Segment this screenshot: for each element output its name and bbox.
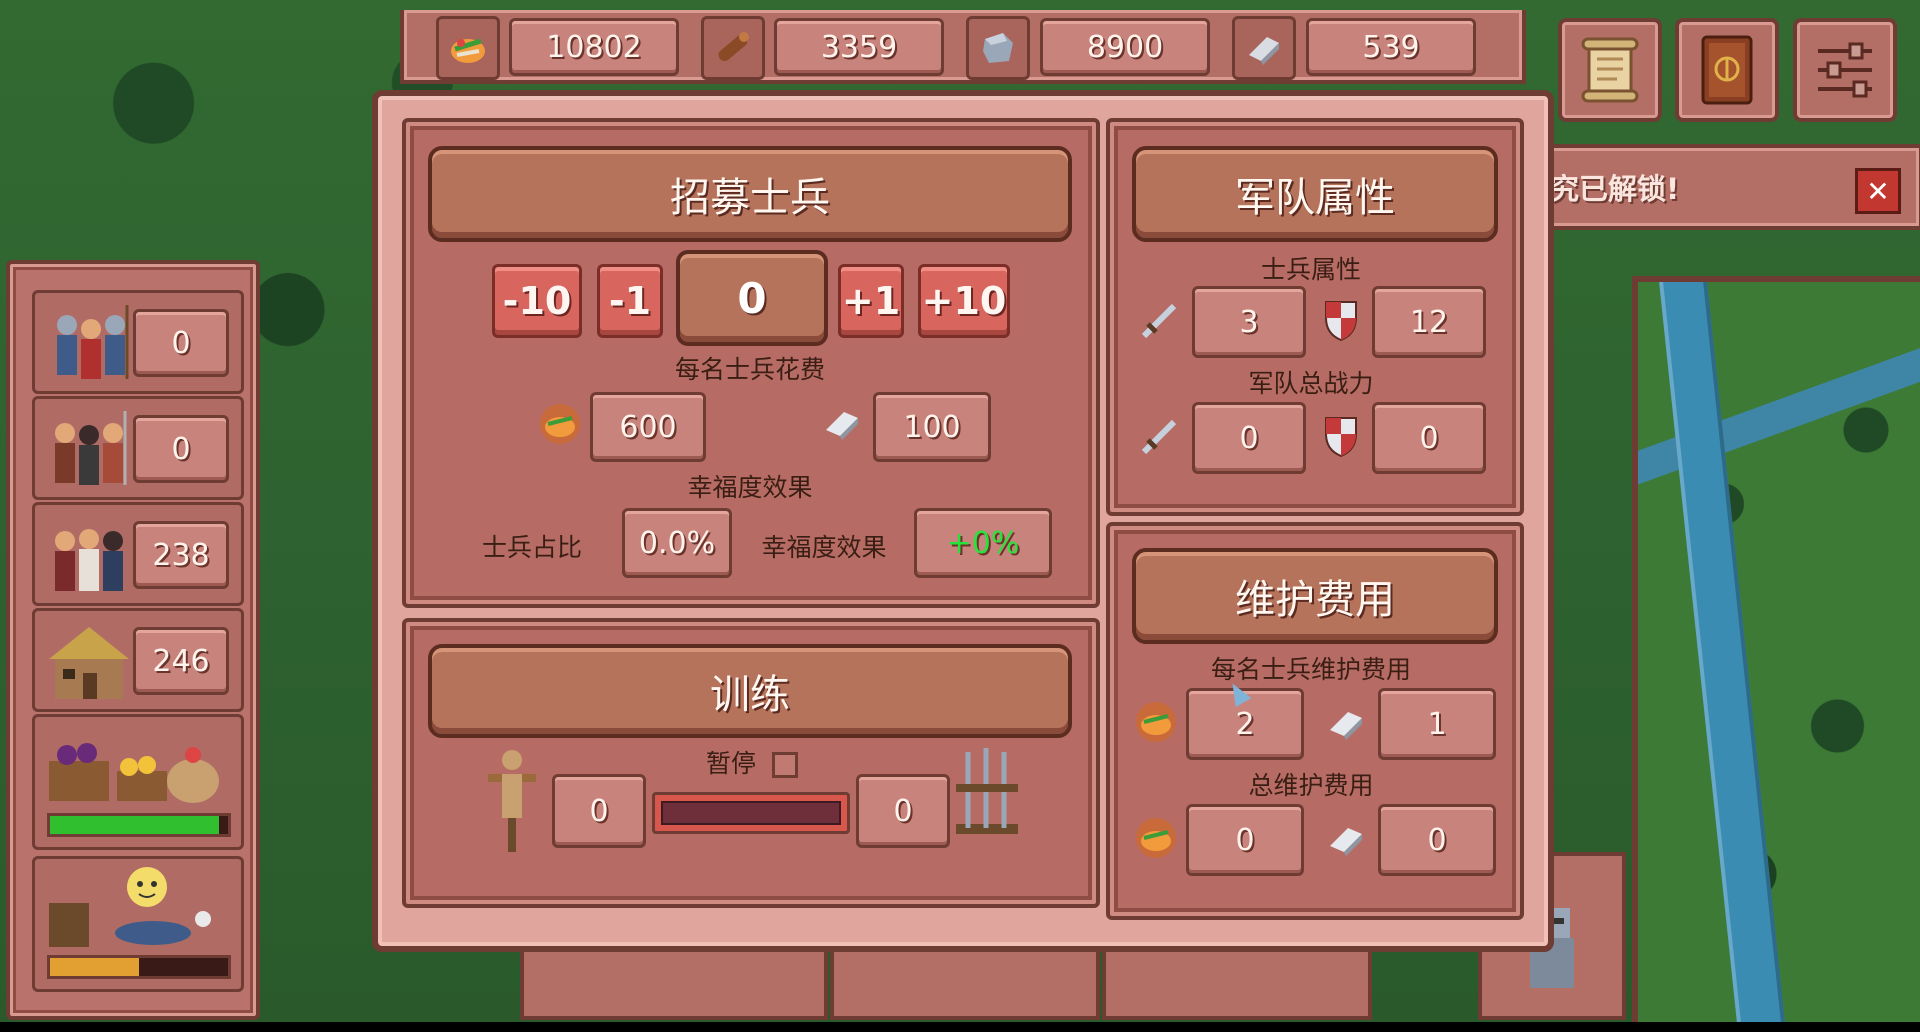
recruit-count[interactable]: 0	[676, 250, 828, 346]
scroll-icon	[1581, 37, 1639, 103]
settings-button[interactable]	[1793, 18, 1897, 122]
plus1-button[interactable]: +1	[838, 264, 904, 338]
total-defense-value: 0	[1372, 402, 1486, 474]
cost-food-value: 600	[590, 392, 706, 462]
iron-value: 539	[1306, 18, 1476, 76]
soldier-defense-value: 12	[1372, 286, 1486, 358]
shield-icon	[1325, 301, 1357, 342]
resource-bar: 10802 3359 8900 539	[400, 10, 1526, 84]
food-stock-slot[interactable]	[32, 714, 244, 850]
food-value: 10802	[509, 18, 679, 76]
housing-count: 246	[133, 627, 229, 695]
population-portrait-icon	[55, 529, 123, 591]
total-upkeep-label: 总维护费用	[1248, 771, 1374, 800]
training-progress-track	[661, 801, 841, 825]
food-icon	[436, 16, 500, 80]
training-title: 训练	[428, 644, 1072, 738]
total-attack-value: 0	[1192, 402, 1306, 474]
food-crates-icon	[49, 743, 219, 803]
building-card-1[interactable]	[520, 942, 828, 1020]
training-left-value: 0	[552, 774, 646, 848]
happiness-bar	[47, 955, 231, 979]
food-bar-fill	[50, 816, 220, 834]
iron-ingot-icon	[1330, 712, 1362, 740]
training-right-value: 0	[856, 774, 950, 848]
minus10-button[interactable]: -10	[492, 264, 582, 338]
soldiers-slot[interactable]: 0	[32, 290, 244, 394]
food-icon	[1136, 702, 1176, 742]
population-slot[interactable]: 238	[32, 502, 244, 606]
soldiers-portrait-icon	[57, 305, 129, 379]
sliders-icon	[1818, 42, 1872, 98]
iron-ingot-icon	[1232, 16, 1296, 80]
training-progress-bar	[652, 792, 850, 834]
cost-iron-value: 100	[873, 392, 991, 462]
house-icon	[49, 627, 129, 699]
soldier-attack-value: 3	[1192, 286, 1306, 358]
river	[1659, 282, 1785, 1022]
workers-count: 0	[133, 415, 229, 483]
population-count: 238	[133, 521, 229, 589]
per-soldier-upkeep-label: 每名士兵维护费用	[1210, 655, 1411, 684]
stone-icon	[966, 16, 1030, 80]
notification-text: 究已解锁!	[1550, 172, 1680, 206]
sword-icon	[1141, 303, 1177, 339]
happiness-effect-label: 幸福度效果	[761, 533, 887, 562]
pause-checkbox[interactable]	[772, 752, 798, 778]
food-bar	[47, 813, 231, 837]
left-sidebar: 0 0 238 246	[6, 260, 260, 1020]
stone-value: 8900	[1040, 18, 1210, 76]
soldier-stats-label: 士兵属性	[1260, 255, 1361, 284]
happiness-effect-value: +0%	[914, 508, 1052, 578]
soldiers-count: 0	[133, 309, 229, 377]
happiness-bar-fill	[50, 958, 139, 976]
building-card-2[interactable]	[830, 942, 1100, 1020]
minus1-button[interactable]: -1	[597, 264, 663, 338]
housing-slot[interactable]: 246	[32, 608, 244, 712]
codex-book-button[interactable]	[1675, 18, 1779, 122]
scroll-quests-button[interactable]	[1558, 18, 1662, 122]
soldier-ratio-label: 士兵占比	[481, 533, 582, 562]
per-iron-upkeep-value: 1	[1378, 688, 1496, 760]
cost-label: 每名士兵花费	[674, 355, 825, 384]
building-card-3[interactable]	[1102, 942, 1372, 1020]
happiness-scene-icon	[49, 867, 211, 947]
workers-slot[interactable]: 0	[32, 396, 244, 500]
food-icon	[540, 404, 580, 444]
minimap[interactable]	[1632, 276, 1920, 1028]
workers-portrait-icon	[55, 411, 127, 485]
plus10-button[interactable]: +10	[918, 264, 1010, 338]
army-total-label: 军队总战力	[1248, 369, 1374, 398]
iron-ingot-icon	[826, 412, 858, 440]
total-food-upkeep-value: 0	[1186, 804, 1304, 876]
upkeep-title: 维护费用	[1132, 548, 1498, 644]
happiness-effect-heading: 幸福度效果	[687, 473, 813, 502]
wood-value: 3359	[774, 18, 944, 76]
food-icon	[1136, 818, 1176, 858]
happiness-slot[interactable]	[32, 856, 244, 992]
recruit-title: 招募士兵	[428, 146, 1072, 242]
wood-log-icon	[701, 16, 765, 80]
book-icon	[1701, 35, 1753, 105]
sword-icon	[1141, 419, 1177, 455]
pause-label: 暂停	[705, 749, 756, 778]
training-dummy-icon	[488, 750, 536, 852]
iron-ingot-icon	[1330, 828, 1362, 856]
screen-bottom-edge	[0, 1022, 1920, 1032]
shield-icon	[1325, 417, 1357, 458]
total-iron-upkeep-value: 0	[1378, 804, 1496, 876]
close-notification-button[interactable]: ✕	[1855, 168, 1901, 214]
weapon-rack-icon	[956, 748, 1018, 834]
soldier-ratio-value: 0.0%	[622, 508, 732, 578]
army-title: 军队属性	[1132, 146, 1498, 242]
